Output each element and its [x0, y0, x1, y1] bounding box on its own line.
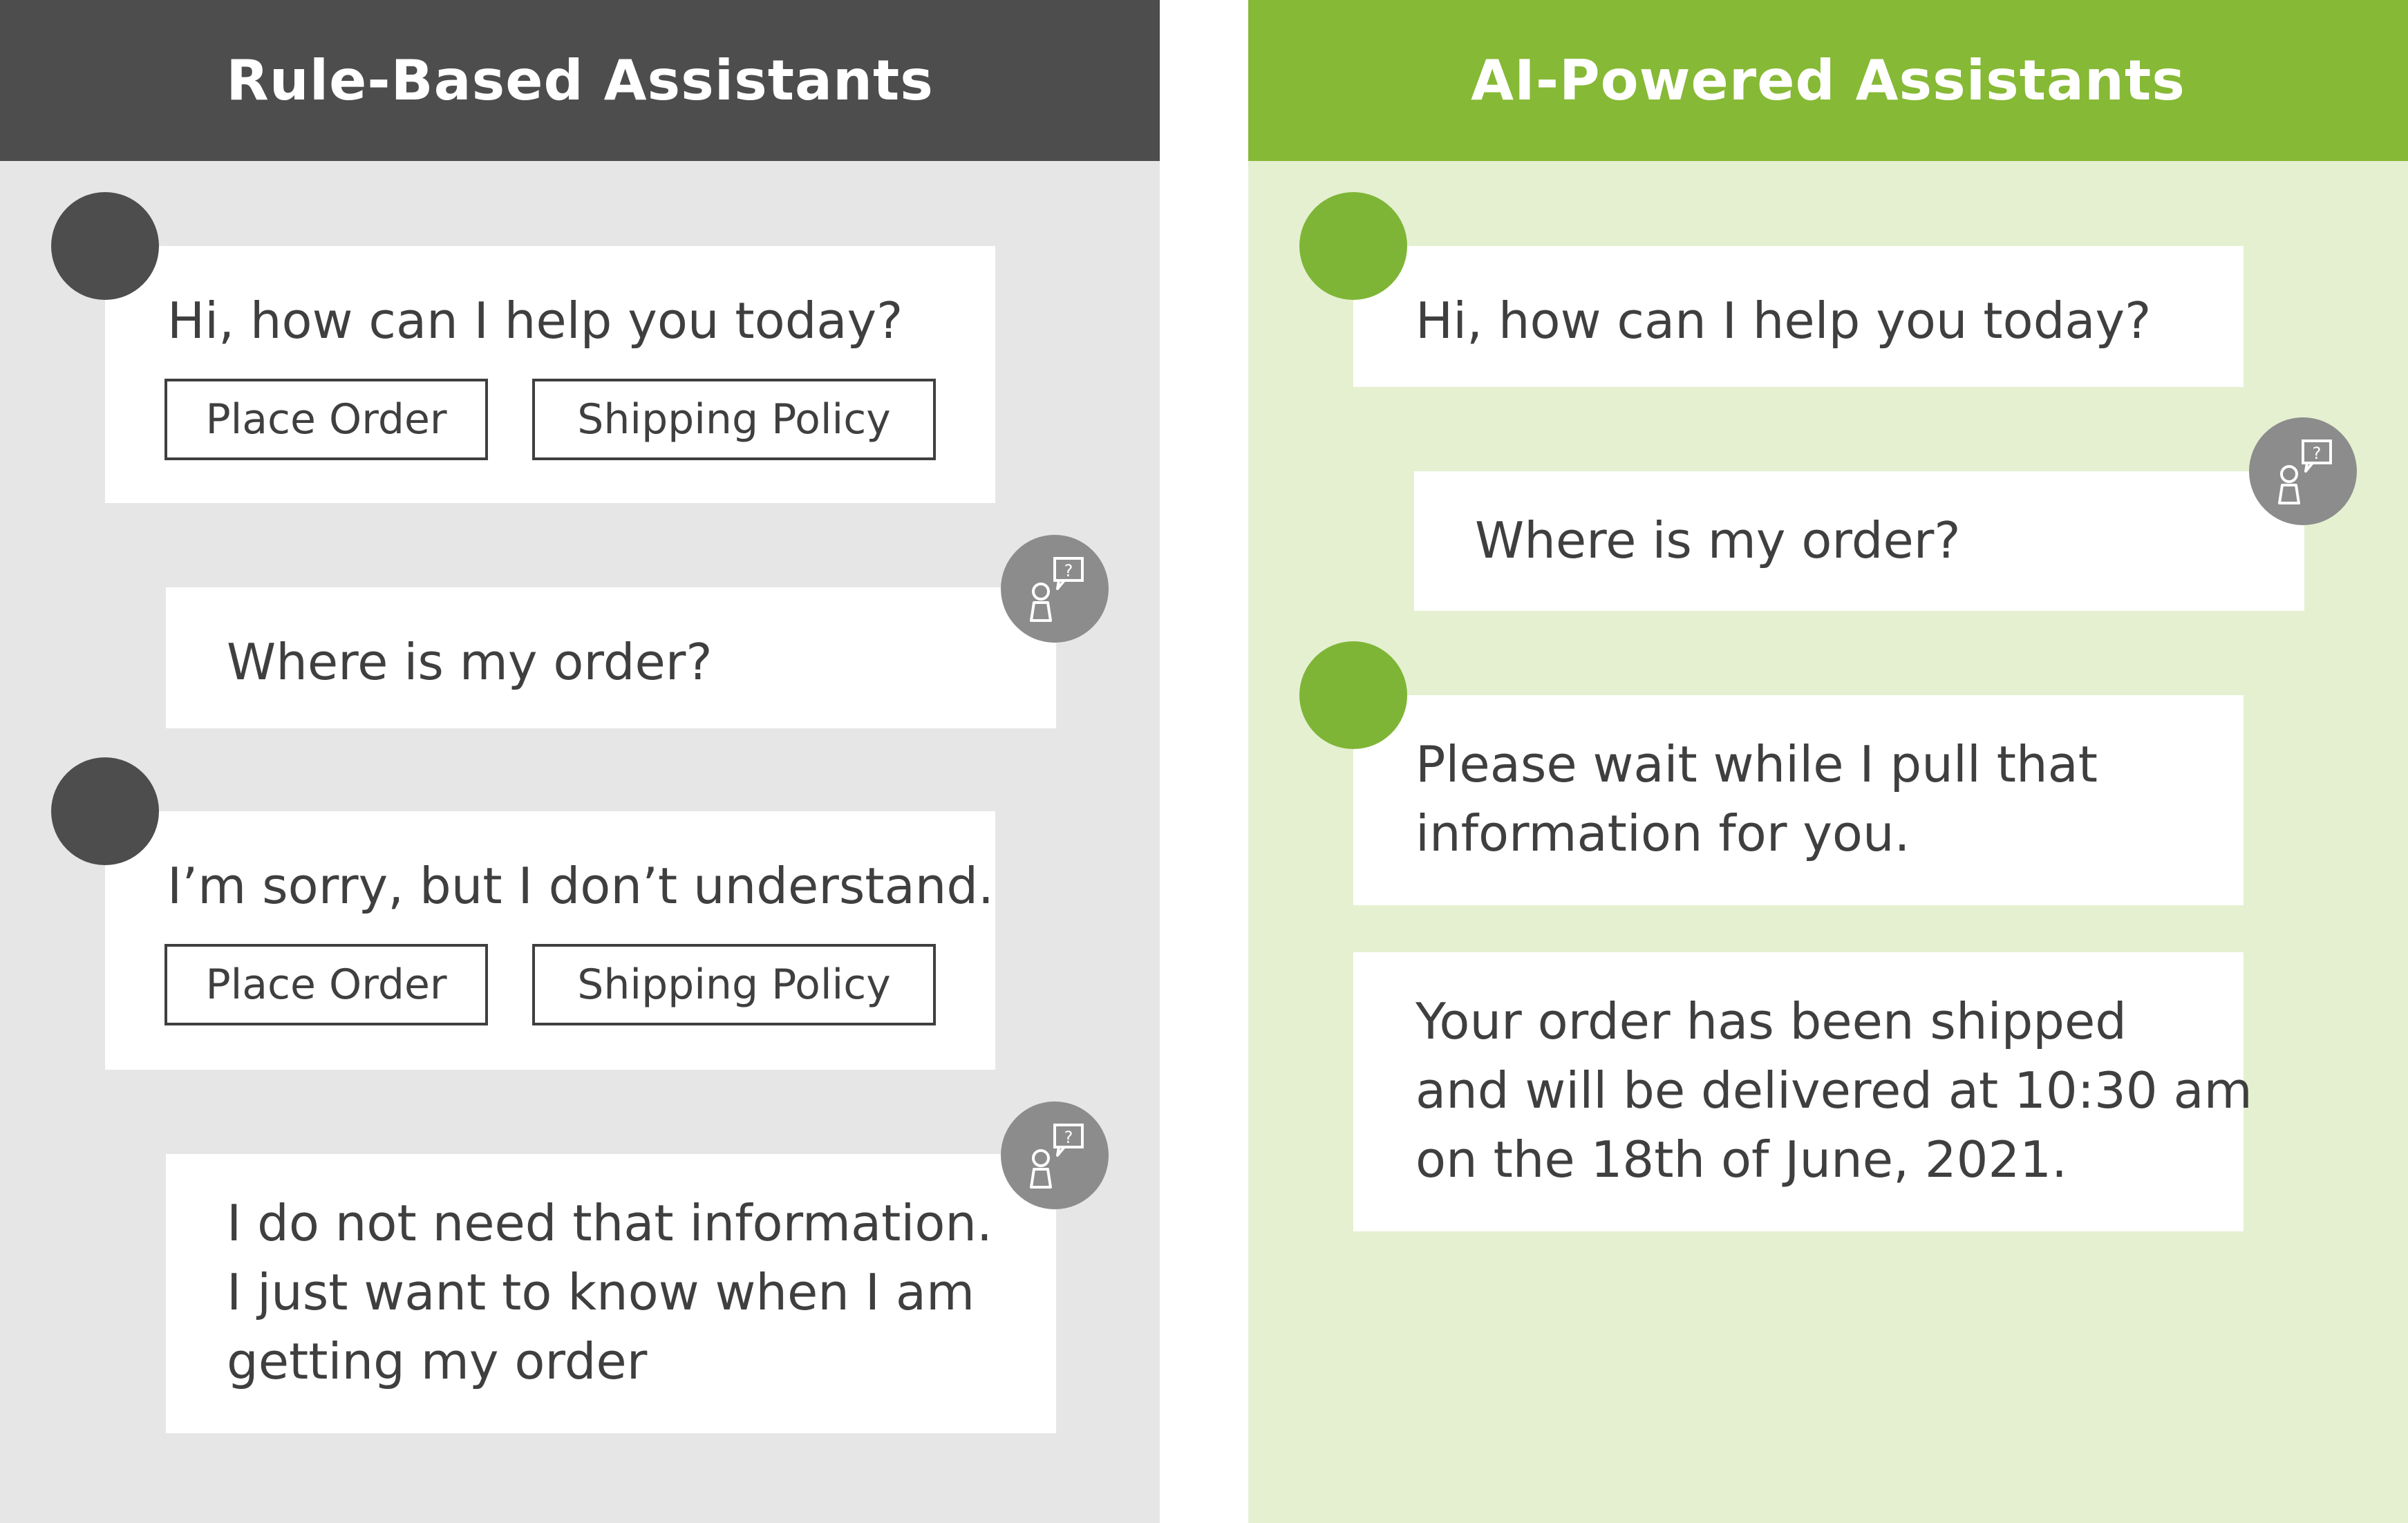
bot-avatar-icon [51, 192, 159, 300]
user-message: Where is my order? [166, 587, 1056, 728]
user-message: Where is my order? [1414, 471, 2304, 611]
message-text: Where is my order? [227, 633, 713, 691]
ai-powered-panel: AI-Powered Assistants Hi, how can I help… [1248, 0, 2408, 1523]
message-text: I’m sorry, but I don’t understand. [167, 857, 994, 915]
bot-message: Please wait while I pull that informatio… [1353, 695, 2244, 905]
bot-avatar-icon [1299, 641, 1407, 749]
message-text: Where is my order? [1475, 511, 1961, 569]
svg-text:?: ? [1064, 561, 1073, 580]
bot-message: Hi, how can I help you today? [1353, 246, 2244, 387]
user-question-icon: ? [1001, 535, 1109, 643]
message-line: getting my order [227, 1332, 648, 1390]
svg-text:?: ? [2313, 444, 2322, 463]
bot-avatar-icon [1299, 192, 1407, 300]
svg-text:?: ? [1064, 1128, 1073, 1147]
message-line: information for you. [1415, 804, 1910, 862]
place-order-button[interactable]: Place Order [164, 379, 488, 460]
place-order-button[interactable]: Place Order [164, 944, 488, 1025]
user-question-icon: ? [2249, 417, 2357, 525]
user-message: I do not need that information. I just w… [166, 1154, 1056, 1433]
user-question-icon: ? [1001, 1101, 1109, 1209]
message-line: and will be delivered at 10:30 am [1415, 1061, 2252, 1119]
message-line: on the 18th of June, 2021. [1415, 1131, 2067, 1189]
panel-title: Rule-Based Assistants [0, 0, 1160, 161]
bot-message: Your order has been shipped and will be … [1353, 952, 2252, 1231]
shipping-policy-button[interactable]: Shipping Policy [532, 944, 936, 1025]
message-line: Your order has been shipped [1415, 992, 2127, 1050]
message-line: I do not need that information. [227, 1194, 993, 1252]
panel-title: AI-Powered Assistants [1248, 0, 2408, 161]
rule-based-panel: Rule-Based Assistants Hi, how can I help… [0, 0, 1160, 1523]
shipping-policy-button[interactable]: Shipping Policy [532, 379, 936, 460]
message-text: Hi, how can I help you today? [167, 292, 903, 350]
bot-message: Hi, how can I help you today? Place Orde… [105, 246, 995, 503]
message-line: I just want to know when I am [227, 1263, 975, 1321]
message-text: Hi, how can I help you today? [1415, 292, 2152, 350]
bot-avatar-icon [51, 757, 159, 865]
bot-message: I’m sorry, but I don’t understand. Place… [105, 811, 995, 1070]
message-line: Please wait while I pull that [1415, 735, 2098, 793]
